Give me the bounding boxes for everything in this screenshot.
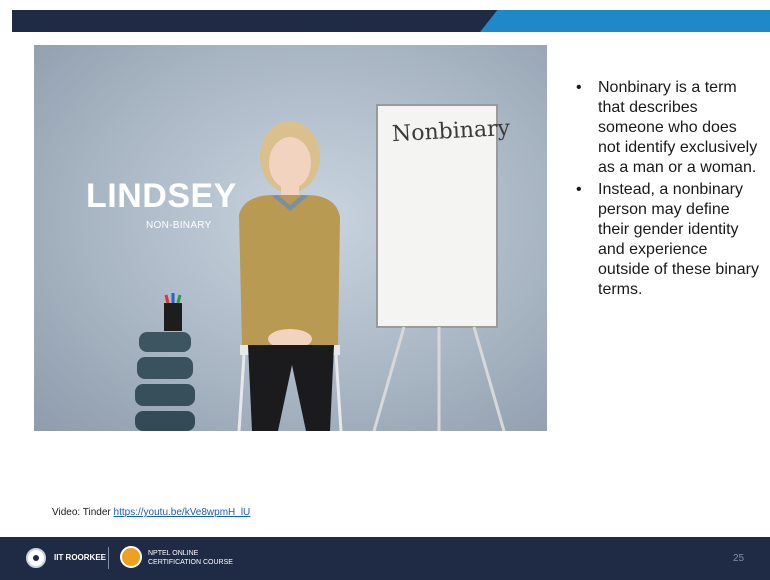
institute-name: IIT ROORKEE [54,553,107,562]
bullet-item: Nonbinary is a term that describes someo… [572,78,760,178]
side-table-top [139,332,191,352]
nptel-logo-icon [120,546,142,568]
speaker-name: LINDSEY [86,177,237,215]
marker-green [176,294,182,304]
stool-leg-right [334,354,343,431]
marker-cup [164,303,182,331]
header-accent-band [480,10,770,32]
person-legs [248,345,334,431]
bullet-item: Instead, a nonbinary person may define t… [572,180,760,300]
nptel-line-2: CERTIFICATION COURSE [148,559,233,566]
nptel-label: NPTEL ONLINE CERTIFICATION COURSE [148,549,233,567]
easel-leg-right [472,326,506,431]
person-sweater [239,195,340,345]
marker-red [164,294,170,304]
person-face [269,137,311,189]
bullet-list: Nonbinary is a term that describes someo… [572,78,760,302]
easel-leg-left [372,326,406,431]
stool-leg-left [237,354,246,431]
side-table-lower [135,384,195,406]
video-frame[interactable]: LINDSEY NON-BINARY Nonbinary [34,45,547,431]
video-link[interactable]: https://youtu.be/kVe8wpmH_lU [114,507,251,518]
video-scene [135,104,506,431]
video-caption: Video: Tinder https://youtu.be/kVe8wpmH_… [52,507,250,518]
iit-roorkee-logo-icon [26,548,46,568]
page-number: 25 [733,553,745,564]
footer-divider [108,547,109,569]
nptel-line-1: NPTEL ONLINE [148,550,199,557]
slide-header-bar [0,0,770,36]
caption-prefix: Video: Tinder [52,507,111,518]
speaker-subtitle: NON-BINARY [146,220,212,231]
side-table-base [135,411,195,431]
side-table-middle [137,357,193,379]
slide-footer: IIT ROORKEE NPTEL ONLINE CERTIFICATION C… [0,537,770,580]
